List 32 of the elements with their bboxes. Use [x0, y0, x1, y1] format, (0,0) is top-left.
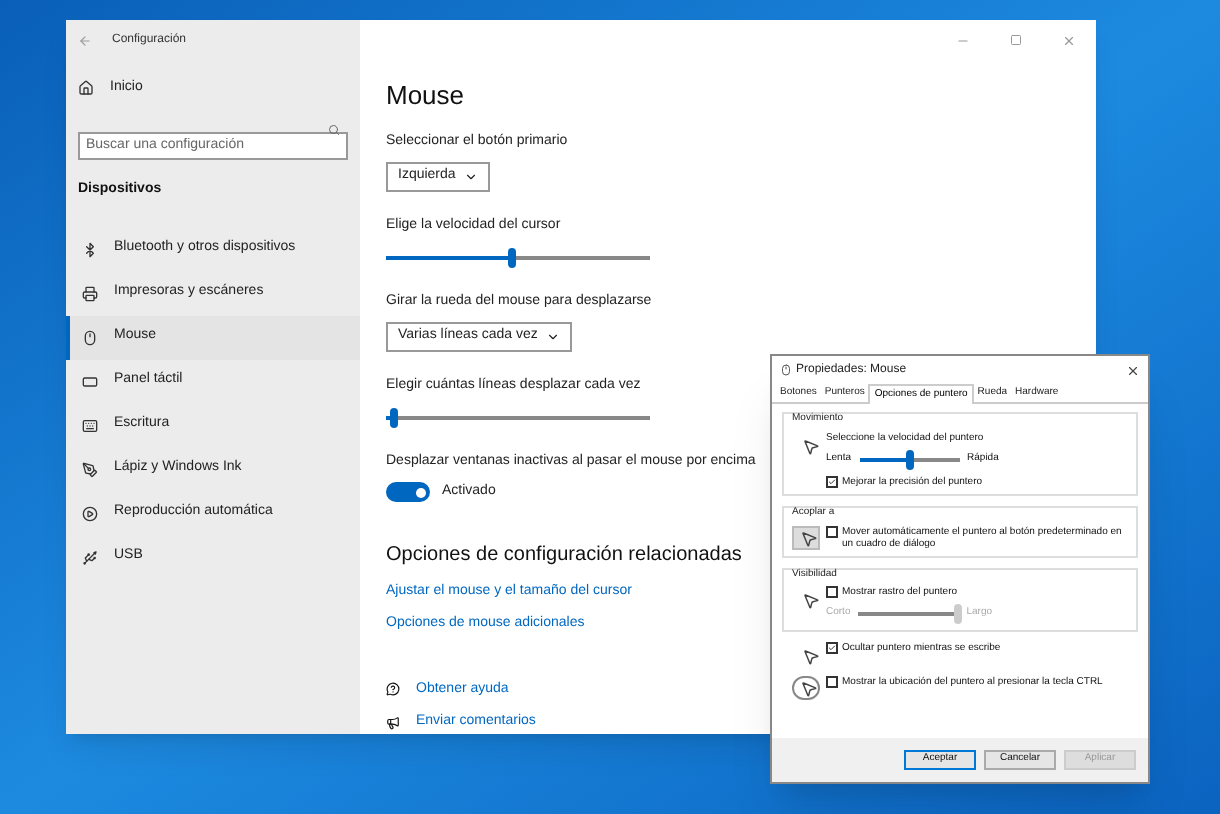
usb-icon — [82, 549, 98, 565]
mouse-icon — [780, 364, 792, 376]
play-icon — [82, 505, 98, 521]
chevron-icon — [463, 170, 478, 184]
checkbox[interactable] — [826, 525, 838, 537]
toggle-switch[interactable] — [386, 482, 430, 503]
pen-icon — [82, 461, 98, 477]
search-icon — [328, 124, 340, 136]
maximize-icon[interactable] — [1010, 34, 1022, 46]
bluetooth-icon — [82, 241, 98, 257]
slider-thumb[interactable] — [508, 247, 517, 267]
printer-icon — [82, 285, 98, 301]
mouse-icon — [82, 329, 98, 345]
page-title: Mouse — [386, 78, 465, 114]
checkbox[interactable] — [826, 642, 838, 654]
slider-thumb[interactable] — [389, 407, 398, 427]
pointer-button-icon — [792, 525, 820, 549]
section-heading: Opciones de configuración relacionadas — [386, 541, 742, 569]
keyboard-icon — [82, 417, 98, 433]
slider[interactable] — [386, 247, 650, 267]
checkbox[interactable] — [826, 476, 838, 488]
home-icon — [78, 80, 94, 96]
chevron-icon — [545, 330, 560, 344]
slider-thumb[interactable] — [905, 450, 914, 470]
checkbox[interactable] — [826, 586, 838, 598]
touchpad-icon — [82, 373, 98, 389]
megaphone-icon — [386, 715, 400, 730]
checkbox[interactable] — [826, 676, 838, 688]
help-icon — [386, 682, 400, 697]
slider[interactable] — [386, 407, 650, 427]
close-icon[interactable] — [1126, 363, 1140, 377]
slider[interactable] — [859, 450, 960, 470]
